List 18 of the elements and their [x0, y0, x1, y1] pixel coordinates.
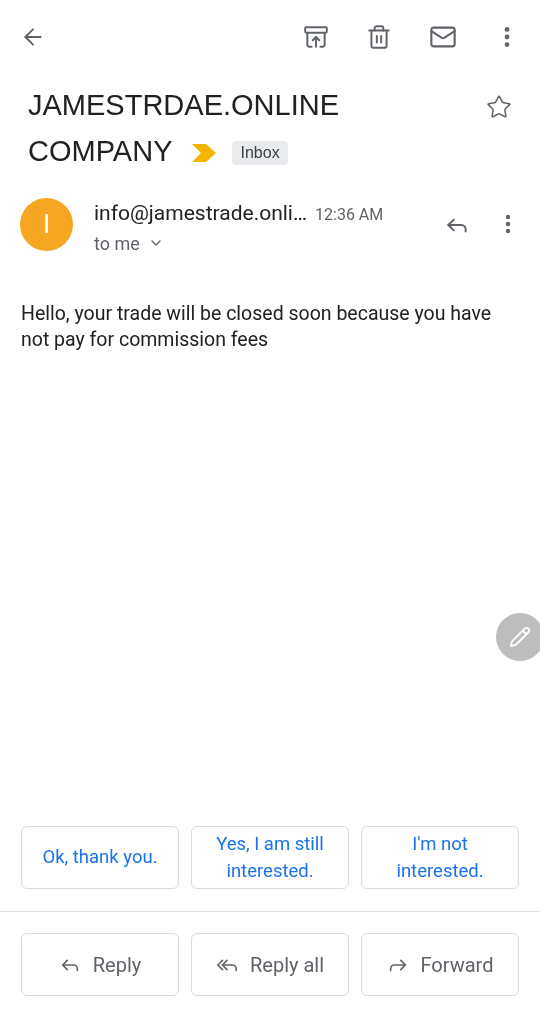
subject-title: COMPANY	[28, 135, 173, 167]
action-button[interactable]: Reply all	[191, 933, 349, 996]
action-button[interactable]: Forward	[361, 933, 519, 996]
delete-icon[interactable]	[366, 24, 392, 50]
recipient-toggle[interactable]: to me	[94, 229, 164, 257]
archive-icon[interactable]	[303, 24, 329, 50]
smart-reply-chip[interactable]: I'm not interested.	[361, 826, 519, 889]
message-body: Hello, your trade will be closed soon because you have not pay for commission fees	[20, 300, 493, 353]
message-time: 12:36 AM	[315, 204, 384, 226]
action-button[interactable]: Reply	[21, 933, 179, 996]
sender-address: info@jamestrade.onli…	[94, 200, 308, 227]
inbox-label: Inbox	[232, 141, 288, 166]
star-icon[interactable]	[486, 94, 512, 120]
pencil-icon	[509, 626, 531, 648]
smart-reply-chip[interactable]: Yes, I am still interested.	[191, 826, 349, 889]
smart-reply-chip[interactable]: Ok, thank you.	[21, 826, 179, 889]
sender-avatar: I	[20, 198, 73, 251]
subject-title: JAMESTRDAE.ONLINE	[28, 89, 339, 121]
